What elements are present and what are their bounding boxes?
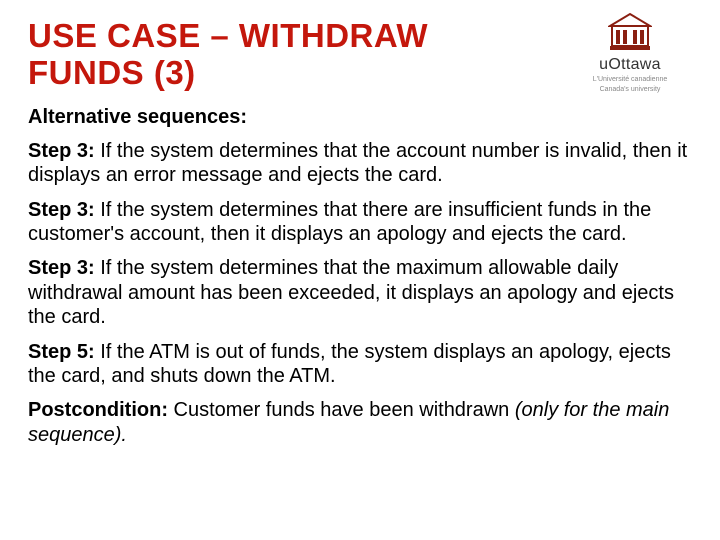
step-item: Postcondition: Customer funds have been …: [28, 398, 692, 447]
step-item: Step 3: If the system determines that th…: [28, 256, 692, 329]
university-logo: uOttawa L'Université canadienne Canada's…: [570, 12, 690, 93]
step-label: Step 5:: [28, 341, 95, 363]
step-item: Step 5: If the ATM is out of funds, the …: [28, 340, 692, 389]
step-text: Customer funds have been withdrawn: [168, 399, 515, 421]
step-text: If the system determines that there are …: [28, 199, 651, 245]
step-item: Step 3: If the system determines that th…: [28, 139, 692, 188]
step-label: Step 3:: [28, 140, 95, 162]
step-item: Step 3: If the system determines that th…: [28, 198, 692, 247]
step-label: Postcondition:: [28, 399, 168, 421]
step-label: Step 3:: [28, 257, 95, 279]
step-text: If the ATM is out of funds, the system d…: [28, 341, 671, 387]
subtitle: Alternative sequences:: [28, 106, 692, 129]
step-text: If the system determines that the accoun…: [28, 140, 687, 186]
logo-subtitle-1: L'Université canadienne: [570, 76, 690, 84]
slide-title: USE CASE – WITHDRAW FUNDS (3): [28, 18, 488, 92]
building-icon: [608, 12, 652, 52]
step-text: If the system determines that the maximu…: [28, 257, 674, 328]
logo-subtitle-2: Canada's university: [570, 86, 690, 94]
step-label: Step 3:: [28, 199, 95, 221]
logo-text: uOttawa: [570, 56, 690, 74]
